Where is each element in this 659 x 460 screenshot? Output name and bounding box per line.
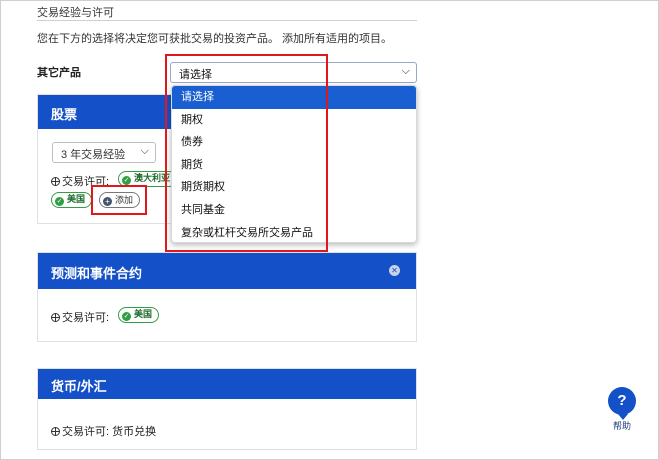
close-icon[interactable]: ✕ bbox=[389, 265, 400, 276]
chevron-down-icon: ⌵ bbox=[140, 145, 149, 157]
experience-value: 3 年交易经验 bbox=[61, 149, 126, 161]
section-intro: 您在下方的选择将决定您可获批交易的投资产品。 添加所有适用的项目。 bbox=[37, 33, 393, 45]
plus-icon: + bbox=[103, 197, 112, 206]
help-icon[interactable]: ? bbox=[608, 387, 636, 420]
forex-card-title: 货币/外汇 bbox=[51, 379, 107, 394]
dropdown-option-futures[interactable]: 期货 bbox=[172, 154, 416, 177]
permit-badge-us[interactable]: ✓ 美国 bbox=[51, 192, 93, 208]
dropdown-option-options[interactable]: 期权 bbox=[172, 109, 416, 132]
permit-badge-australia[interactable]: ✓ 澳大利亚 bbox=[118, 171, 178, 187]
section-divider bbox=[37, 20, 417, 21]
permit-badge-us[interactable]: ✓ 美国 bbox=[118, 307, 160, 323]
stocks-permit-label: 交易许可: bbox=[51, 173, 109, 189]
dropdown-option-placeholder[interactable]: 请选择 bbox=[172, 86, 416, 109]
forex-card: 货币/外汇 交易许可: 货币兑换 bbox=[37, 368, 417, 450]
prediction-card-header: 预测和事件合约 ✕ bbox=[38, 253, 416, 289]
globe-icon bbox=[51, 313, 60, 322]
dropdown-option-bonds[interactable]: 债券 bbox=[172, 131, 416, 154]
forex-card-header: 货币/外汇 bbox=[38, 369, 416, 399]
stocks-card-title: 股票 bbox=[51, 107, 78, 122]
stocks-experience-select[interactable]: 3 年交易经验 ⌵ bbox=[52, 142, 156, 163]
other-products-select[interactable]: 请选择 ⌵ bbox=[170, 62, 417, 83]
check-icon: ✓ bbox=[122, 312, 131, 321]
dropdown-option-complex-etp[interactable]: 复杂或杠杆交易所交易产品 bbox=[172, 222, 416, 242]
check-icon: ✓ bbox=[55, 197, 64, 206]
section-title: 交易经验与许可 bbox=[37, 7, 114, 19]
prediction-card-title: 预测和事件合约 bbox=[51, 266, 143, 281]
help-widget[interactable]: ? 帮助 bbox=[603, 387, 641, 432]
dropdown-option-futures-options[interactable]: 期货期权 bbox=[172, 176, 416, 199]
chevron-down-icon: ⌵ bbox=[401, 65, 410, 77]
prediction-card: 预测和事件合约 ✕ 交易许可: ✓ 美国 bbox=[37, 252, 417, 342]
add-permit-button[interactable]: + 添加 bbox=[99, 192, 141, 208]
help-label: 帮助 bbox=[612, 421, 631, 431]
forex-permit-label: 交易许可: 货币兑换 bbox=[51, 423, 156, 439]
dropdown-option-mutual-funds[interactable]: 共同基金 bbox=[172, 199, 416, 222]
select-value: 请选择 bbox=[179, 69, 212, 81]
globe-icon bbox=[51, 427, 60, 436]
globe-icon bbox=[51, 177, 60, 186]
check-icon: ✓ bbox=[122, 176, 131, 185]
prediction-permit-label: 交易许可: bbox=[51, 309, 109, 325]
other-products-label: 其它产品 bbox=[37, 67, 81, 79]
other-products-dropdown: 请选择 期权 债券 期货 期货期权 共同基金 复杂或杠杆交易所交易产品 bbox=[171, 85, 417, 243]
